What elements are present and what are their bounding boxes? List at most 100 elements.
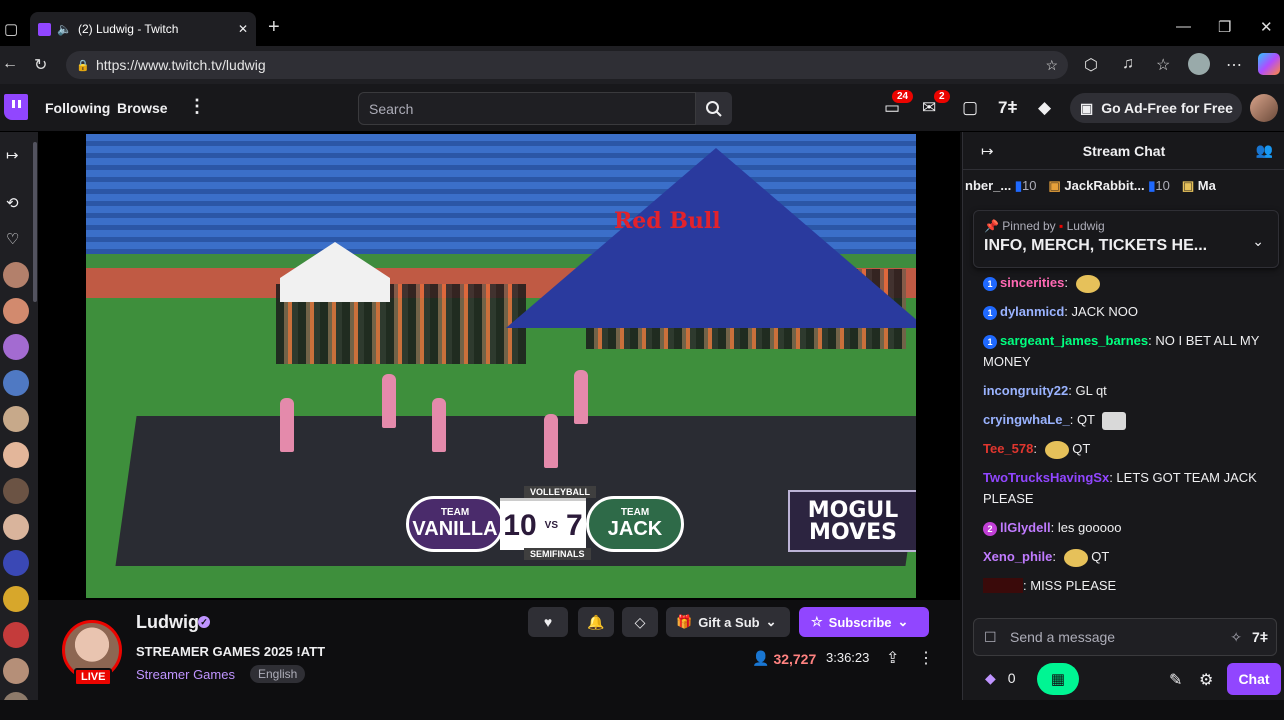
predictions-button[interactable]: ▦ bbox=[1037, 663, 1079, 695]
sparkle-icon[interactable]: ✧ bbox=[1230, 629, 1242, 646]
chat-username[interactable]: incongruity22 bbox=[983, 383, 1068, 398]
search-input[interactable]: Search bbox=[358, 92, 696, 125]
browser-tab[interactable]: 🔈 (2) Ludwig - Twitch ✕ bbox=[30, 12, 256, 46]
share-icon[interactable]: ⇪ bbox=[886, 648, 899, 668]
stream-title: STREAMER GAMES 2025 !ATT bbox=[136, 644, 326, 659]
more-options-icon[interactable]: ⋮ bbox=[188, 96, 206, 117]
extensions-icon[interactable]: ⬡ bbox=[1084, 55, 1098, 75]
gifter-entry[interactable]: ▣ Ma bbox=[1182, 178, 1216, 194]
mod-tools-icon[interactable]: ✎ bbox=[1169, 670, 1182, 690]
close-window-icon[interactable]: ✕ bbox=[1260, 18, 1273, 36]
chat-username[interactable]: Tee_578 bbox=[983, 441, 1033, 456]
whispers-icon[interactable]: ✉ bbox=[922, 98, 936, 118]
scorebug: VOLLEYBALL TEAM VANILLA 10 VS 7 TEAM JAC… bbox=[406, 486, 716, 560]
notifications-button[interactable]: 🔔 bbox=[578, 607, 614, 637]
chat-username[interactable]: Xeno_phile bbox=[983, 549, 1052, 564]
channel-avatar[interactable] bbox=[3, 550, 29, 576]
gifter-entry[interactable]: ▣ JackRabbit... ▮10 bbox=[1049, 178, 1170, 194]
more-menu-icon[interactable]: ⋯ bbox=[1226, 55, 1242, 75]
tab-actions-icon[interactable]: ▢ bbox=[4, 20, 18, 38]
athlete bbox=[382, 374, 396, 428]
follow-button[interactable]: ♥ bbox=[528, 607, 568, 637]
streamer-name[interactable]: Ludwig bbox=[136, 612, 199, 633]
restore-icon[interactable]: ❐ bbox=[1218, 18, 1231, 36]
channel-avatar[interactable] bbox=[3, 622, 29, 648]
profile-avatar[interactable] bbox=[1188, 53, 1210, 75]
favorites-icon[interactable]: ☆ bbox=[1156, 55, 1170, 75]
channel-points[interactable]: ◆ 0 bbox=[985, 670, 1016, 687]
favorite-star-icon[interactable]: ☆ bbox=[1045, 57, 1058, 74]
channel-avatar[interactable] bbox=[3, 334, 29, 360]
twitch-logo-icon[interactable] bbox=[4, 94, 28, 120]
chat-message: 2 llGlydell: les gooooo bbox=[983, 517, 1275, 538]
channel-avatar[interactable] bbox=[3, 658, 29, 684]
recommended-icon[interactable]: ⟲ bbox=[6, 194, 19, 212]
emote-picker-icon[interactable]: ☐ bbox=[984, 629, 997, 646]
settings-icon[interactable]: ⚙ bbox=[1199, 670, 1213, 690]
mute-tab-icon[interactable]: 🔈 bbox=[57, 22, 72, 36]
copilot-icon[interactable] bbox=[1258, 53, 1280, 75]
more-options-icon[interactable]: ⋮ bbox=[918, 648, 934, 668]
gifter-name: nber_... bbox=[965, 178, 1012, 193]
user-avatar[interactable] bbox=[1250, 94, 1278, 122]
language-tag[interactable]: English bbox=[250, 665, 306, 683]
video-player[interactable]: Red Bull VOLLEYBALL TEAM VANILLA 10 VS 7… bbox=[38, 132, 960, 600]
ad-free-button[interactable]: ▣ Go Ad-Free for Free bbox=[1070, 93, 1242, 123]
left-nav-scrollbar[interactable] bbox=[33, 142, 37, 302]
search-button[interactable] bbox=[696, 92, 732, 125]
twitch-favicon-icon bbox=[38, 22, 51, 36]
chevron-down-icon[interactable]: ⌄ bbox=[1252, 233, 1264, 250]
new-tab-icon[interactable]: + bbox=[268, 16, 280, 39]
chat-username[interactable]: sincerities bbox=[1000, 275, 1064, 290]
channel-avatar[interactable] bbox=[3, 262, 29, 288]
channel-avatar[interactable] bbox=[3, 478, 29, 504]
channel-avatar[interactable] bbox=[3, 442, 29, 468]
performance-icon[interactable]: ♫ bbox=[1122, 55, 1134, 73]
chat-username[interactable]: cryingwhaLe_ bbox=[983, 412, 1070, 427]
gift-sub-button[interactable]: 🎁 Gift a Sub ⌄ bbox=[666, 607, 790, 637]
users-icon[interactable]: 👥 bbox=[1256, 142, 1273, 159]
stream-category-link[interactable]: Streamer Games bbox=[136, 667, 235, 682]
chat-bubble-icon[interactable]: ▢ bbox=[962, 98, 978, 118]
pinned-message[interactable]: 📌 Pinned by ▪ Ludwig INFO, MERCH, TICKET… bbox=[973, 210, 1279, 268]
channel-avatar[interactable] bbox=[3, 406, 29, 432]
tent-logo-text: Red Bull bbox=[614, 208, 721, 234]
subscribe-button[interactable]: ☆ Subscribe ⌄ bbox=[799, 607, 929, 637]
chat-send-button[interactable]: Chat bbox=[1227, 663, 1281, 695]
refresh-icon[interactable]: ↻ bbox=[34, 55, 47, 75]
address-field[interactable]: 🔒 https://www.twitch.tv/ludwig ☆ bbox=[66, 51, 1068, 79]
chat-username[interactable]: dylanmicd bbox=[1000, 304, 1064, 319]
bits-icon[interactable]: 7ǂ bbox=[1252, 629, 1268, 645]
close-tab-icon[interactable]: ✕ bbox=[238, 22, 248, 36]
minimize-icon[interactable]: — bbox=[1176, 18, 1191, 35]
channel-avatar[interactable] bbox=[3, 370, 29, 396]
gift-icon: ▮ bbox=[1014, 178, 1023, 193]
chat-text: QT bbox=[1091, 549, 1110, 564]
followed-heart-icon[interactable]: ♡ bbox=[6, 230, 19, 248]
chat-message: 1 sincerities: bbox=[983, 272, 1275, 293]
sub-badge-icon: 2 bbox=[983, 521, 997, 536]
chat-username[interactable] bbox=[983, 578, 1023, 593]
verified-icon: ✓ bbox=[198, 616, 210, 628]
diamond-icon[interactable]: ◆ bbox=[1038, 98, 1051, 118]
hype-button[interactable]: ◇ bbox=[622, 607, 658, 637]
chevron-down-icon: ⌄ bbox=[897, 614, 909, 629]
channel-avatar[interactable] bbox=[3, 586, 29, 612]
channel-points-value: 0 bbox=[1007, 670, 1016, 686]
following-link[interactable]: Following bbox=[45, 100, 110, 116]
back-icon[interactable]: ← bbox=[2, 55, 18, 73]
browse-link[interactable]: Browse bbox=[117, 100, 168, 116]
bits-icon[interactable]: 7ǂ bbox=[998, 98, 1017, 118]
expand-nav-icon[interactable]: ↦ bbox=[6, 146, 19, 164]
chat-message: 1 dylanmicd: JACK NOO bbox=[983, 301, 1275, 322]
chat-username[interactable]: llGlydell bbox=[1000, 520, 1051, 535]
chat-username[interactable]: TwoTrucksHavingSx bbox=[983, 470, 1109, 485]
pinned-text: INFO, MERCH, TICKETS HE... bbox=[984, 237, 1208, 254]
chat-username[interactable]: sargeant_james_barnes bbox=[1000, 333, 1148, 348]
chat-message: : MISS PLEASE bbox=[983, 575, 1275, 596]
channel-avatar[interactable] bbox=[3, 514, 29, 540]
channel-avatar[interactable] bbox=[3, 298, 29, 324]
chat-input[interactable]: ☐ Send a message ✧ 7ǂ bbox=[973, 618, 1277, 656]
score-vs: VS bbox=[544, 520, 559, 531]
gifter-entry[interactable]: nber_... ▮10 bbox=[965, 178, 1037, 194]
